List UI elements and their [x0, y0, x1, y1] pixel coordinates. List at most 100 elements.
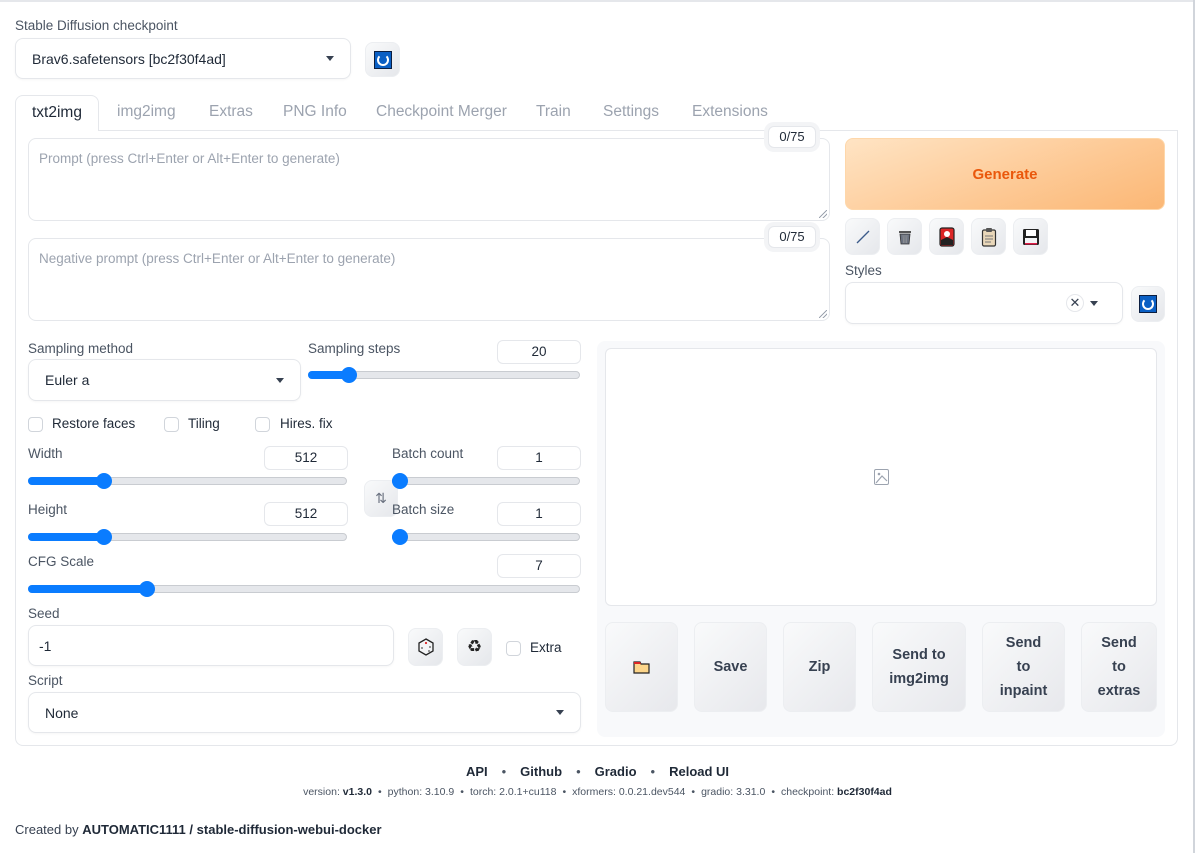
height-label: Height	[28, 502, 68, 517]
separator: •	[501, 764, 507, 779]
styles-dropdown[interactable]: ✕	[845, 282, 1123, 324]
gradio-link[interactable]: Gradio	[595, 764, 637, 779]
version-key: version:	[303, 786, 340, 798]
batch-size-input[interactable]: 1	[497, 502, 581, 526]
save-button[interactable]: Save	[694, 622, 767, 712]
cfg-scale-input[interactable]: 7	[497, 554, 581, 578]
slider-thumb[interactable]	[392, 473, 408, 489]
sampling-steps-input[interactable]: 20	[497, 340, 581, 364]
sampling-method-dropdown[interactable]: Euler a	[28, 359, 301, 401]
batch-count-label: Batch count	[392, 446, 464, 461]
slider-thumb[interactable]	[340, 367, 357, 383]
slider-fill	[28, 477, 105, 485]
cfg-scale-slider[interactable]	[28, 581, 580, 597]
restore-faces-checkbox[interactable]	[28, 417, 43, 432]
apply-styles-button[interactable]	[971, 218, 1006, 255]
separator: •	[650, 764, 656, 779]
sampling-steps-slider[interactable]	[308, 367, 580, 383]
slider-track	[392, 477, 580, 485]
prompt-token-counter: 0/75	[768, 126, 816, 148]
top-border	[0, 0, 1195, 2]
folder-icon	[632, 661, 650, 674]
reload-ui-link[interactable]: Reload UI	[669, 764, 729, 779]
slider-thumb[interactable]	[392, 529, 408, 545]
zip-button[interactable]: Zip	[783, 622, 856, 712]
image-placeholder-icon	[874, 469, 889, 485]
floppy-disk-icon	[1022, 228, 1039, 245]
send-to-extras-button[interactable]: Send to extras	[1081, 622, 1157, 712]
save-style-button[interactable]	[1013, 218, 1048, 255]
resize-handle[interactable]	[819, 210, 827, 218]
send-to-img2img-button[interactable]: Send to img2img	[872, 622, 966, 712]
tab-extras[interactable]: Extras	[193, 95, 269, 131]
api-link[interactable]: API	[466, 764, 488, 779]
tab-img2img[interactable]: img2img	[101, 95, 192, 131]
gradio-value: 3.31.0	[736, 786, 766, 798]
negative-prompt-placeholder: Negative prompt (press Ctrl+Enter or Alt…	[39, 251, 396, 266]
clear-prompt-button[interactable]	[887, 218, 922, 255]
prompt-placeholder: Prompt (press Ctrl+Enter or Alt+Enter to…	[39, 151, 340, 166]
chevron-down-icon	[556, 710, 564, 715]
xformers-value: 0.0.21.dev544	[618, 786, 686, 798]
pencil-icon	[856, 230, 869, 243]
python-value: 3.10.9	[425, 786, 455, 798]
generate-button[interactable]: Generate	[845, 138, 1165, 210]
batch-count-input[interactable]: 1	[497, 446, 581, 470]
chevron-down-icon	[1090, 300, 1098, 306]
send-to-inpaint-button[interactable]: Send to inpaint	[982, 622, 1065, 712]
cfg-scale-label: CFG Scale	[28, 554, 95, 569]
separator: •	[576, 764, 581, 779]
tab-extensions[interactable]: Extensions	[676, 95, 784, 131]
resize-handle[interactable]	[819, 310, 827, 318]
height-input[interactable]: 512	[264, 502, 348, 526]
refresh-styles-button[interactable]	[1131, 286, 1165, 322]
reuse-seed-button[interactable]: ♻	[457, 628, 492, 666]
hires-fix-label: Hires. fix	[280, 416, 333, 431]
width-input[interactable]: 512	[264, 446, 348, 470]
repo-link[interactable]: stable-diffusion-webui-docker	[197, 822, 382, 837]
tab-txt2img[interactable]: txt2img	[15, 95, 99, 132]
tiling-checkbox[interactable]	[164, 417, 179, 432]
batch-count-slider[interactable]	[392, 473, 580, 489]
trash-icon	[898, 230, 911, 244]
show-extra-networks-button[interactable]	[929, 218, 964, 255]
open-folder-button[interactable]	[605, 622, 678, 712]
script-label: Script	[28, 673, 63, 688]
prompt-input[interactable]: Prompt (press Ctrl+Enter or Alt+Enter to…	[28, 138, 830, 221]
slider-thumb[interactable]	[138, 581, 155, 597]
script-dropdown[interactable]: None	[28, 692, 581, 733]
credits-separator: /	[189, 822, 194, 837]
tab-png-info[interactable]: PNG Info	[267, 95, 363, 131]
read-generation-params-button[interactable]	[845, 218, 880, 255]
python-key: python:	[387, 786, 423, 798]
clear-icon[interactable]: ✕	[1066, 294, 1084, 312]
tab-train[interactable]: Train	[520, 95, 587, 131]
xformers-key: xformers:	[572, 786, 616, 798]
credits-prefix: Created by	[15, 822, 79, 837]
seed-label: Seed	[28, 606, 60, 621]
checkpoint-key: checkpoint:	[781, 786, 835, 798]
author-link[interactable]: AUTOMATIC1111	[82, 822, 186, 837]
script-value: None	[45, 704, 79, 721]
batch-size-slider[interactable]	[392, 529, 580, 545]
checkpoint-dropdown[interactable]: Brav6.safetensors [bc2f30f4ad]	[15, 38, 351, 79]
slider-fill	[28, 533, 105, 541]
negative-prompt-input[interactable]: Negative prompt (press Ctrl+Enter or Alt…	[28, 238, 830, 321]
github-link[interactable]: Github	[520, 764, 562, 779]
tab-checkpoint-merger[interactable]: Checkpoint Merger	[360, 95, 523, 131]
checkpoint-label: Stable Diffusion checkpoint	[15, 18, 178, 33]
width-slider[interactable]	[28, 473, 347, 489]
sampling-method-value: Euler a	[45, 372, 90, 388]
refresh-icon	[373, 50, 392, 69]
tab-settings[interactable]: Settings	[587, 95, 675, 131]
clipboard-icon	[981, 227, 996, 247]
random-seed-button[interactable]	[408, 628, 443, 666]
restore-faces-label: Restore faces	[52, 416, 136, 431]
version-value: v1.3.0	[342, 786, 372, 798]
seed-input[interactable]: -1	[28, 625, 394, 666]
image-gallery[interactable]	[605, 348, 1157, 606]
height-slider[interactable]	[28, 529, 347, 545]
refresh-checkpoint-button[interactable]	[365, 42, 400, 77]
hires-fix-checkbox[interactable]	[255, 417, 270, 432]
extra-seed-checkbox[interactable]	[506, 641, 521, 656]
